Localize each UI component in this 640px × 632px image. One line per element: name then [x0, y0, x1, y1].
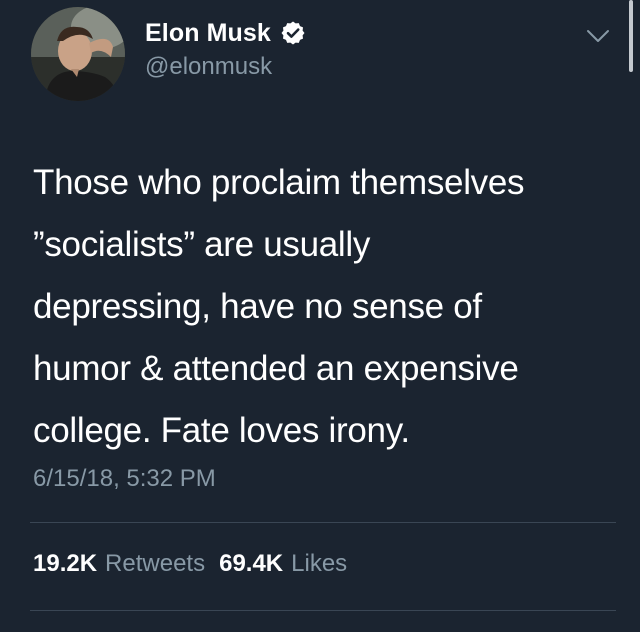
author-handle[interactable]: @elonmusk	[145, 53, 272, 81]
likes-stat[interactable]: 69.4K Likes	[219, 550, 347, 578]
retweets-label: Retweets	[105, 550, 206, 577]
tweet-text: Those who proclaim themselves ”socialist…	[33, 163, 525, 450]
likes-label: Likes	[291, 550, 348, 577]
divider	[30, 610, 616, 611]
verified-badge-icon	[280, 20, 306, 46]
tweet-timestamp[interactable]: 6/15/18, 5:32 PM	[33, 465, 216, 493]
retweets-count: 19.2K	[33, 550, 98, 577]
scrollbar[interactable]	[629, 0, 633, 72]
tweet-card: Elon Musk @elonmusk Those who proclaim t…	[0, 0, 640, 632]
likes-count: 69.4K	[219, 550, 284, 577]
author-name-row[interactable]: Elon Musk	[145, 16, 306, 50]
tweet-stats: 19.2K Retweets 69.4K Likes	[33, 550, 347, 578]
chevron-down-icon[interactable]	[584, 26, 612, 46]
avatar[interactable]	[31, 7, 125, 101]
retweets-stat[interactable]: 19.2K Retweets	[33, 550, 205, 578]
divider	[30, 522, 616, 523]
author-display-name[interactable]: Elon Musk	[145, 19, 271, 48]
avatar-photo	[31, 7, 125, 101]
